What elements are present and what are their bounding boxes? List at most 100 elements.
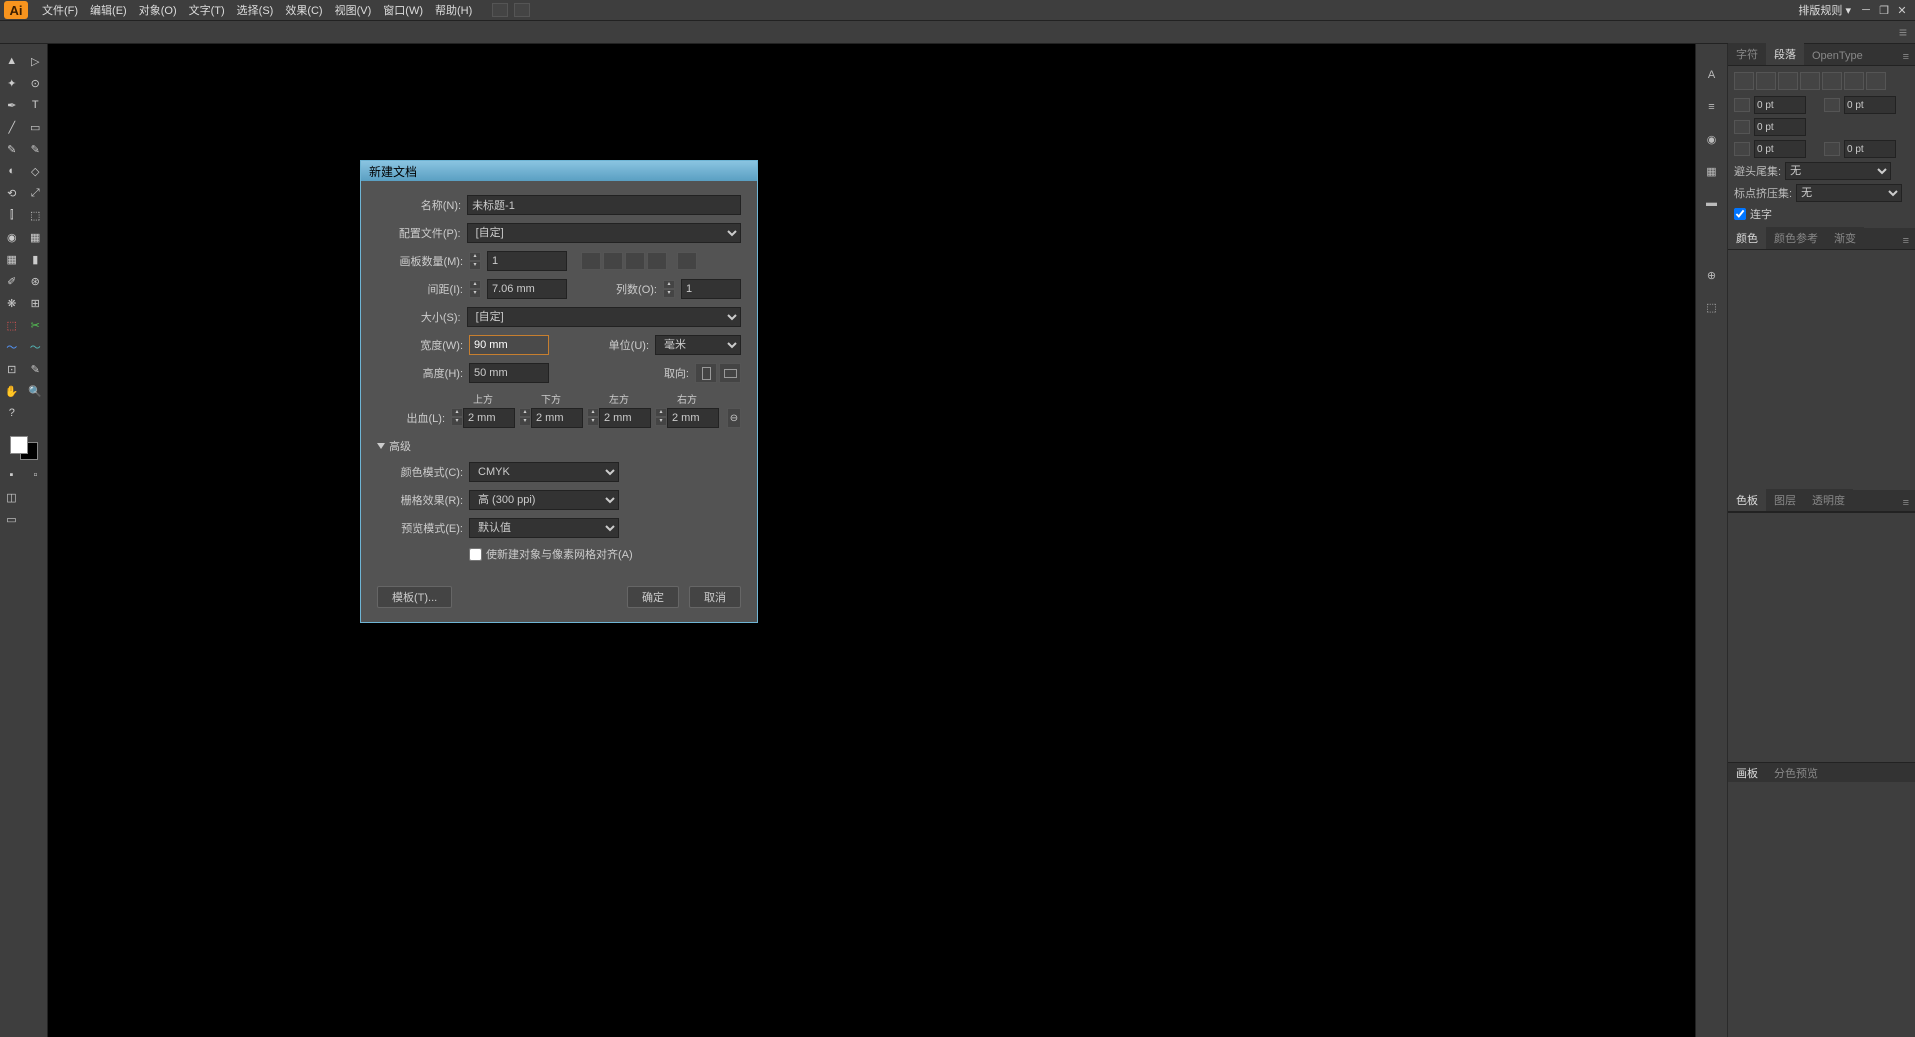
hand-tool-icon[interactable]: ✋: [0, 380, 24, 402]
tab-swatches[interactable]: 色板: [1728, 489, 1766, 511]
menu-select[interactable]: 选择(S): [231, 0, 280, 20]
preview-select[interactable]: 默认值: [469, 518, 619, 538]
tab-layers[interactable]: 图层: [1766, 489, 1804, 511]
tab-opentype[interactable]: OpenType: [1804, 47, 1871, 65]
minimize-icon[interactable]: ─: [1857, 3, 1875, 17]
profile-select[interactable]: [自定]: [467, 223, 741, 243]
eyedropper-tool-icon[interactable]: ✐: [0, 270, 24, 292]
perspective-tool-icon[interactable]: ▦: [24, 226, 48, 248]
appearance-panel-icon[interactable]: ◉: [1701, 128, 1723, 150]
maximize-icon[interactable]: ❐: [1875, 3, 1893, 17]
workspace-icon[interactable]: [514, 3, 530, 17]
menu-effect[interactable]: 效果(C): [279, 0, 328, 20]
arrange-icon[interactable]: [492, 3, 508, 17]
shape-builder-tool-icon[interactable]: ◉: [0, 226, 24, 248]
align-panel-icon[interactable]: ▬: [1701, 192, 1723, 214]
raster-select[interactable]: 高 (300 ppi): [469, 490, 619, 510]
selection-tool-icon[interactable]: ▲: [0, 50, 24, 72]
bleed-right-spinner[interactable]: ▴▾: [655, 408, 667, 428]
indent-left-input[interactable]: [1754, 96, 1806, 114]
space-after-input[interactable]: [1844, 140, 1896, 158]
bleed-left-spinner[interactable]: ▴▾: [587, 408, 599, 428]
templates-button[interactable]: 模板(T)...: [377, 586, 452, 608]
justify-center-icon[interactable]: [1822, 72, 1842, 90]
justify-right-icon[interactable]: [1844, 72, 1864, 90]
orient-portrait-button[interactable]: [695, 363, 717, 383]
columns-spinner[interactable]: ▴▾: [663, 280, 675, 298]
first-line-indent-input[interactable]: [1754, 118, 1806, 136]
rtl-icon[interactable]: [677, 252, 697, 270]
artboards-spinner[interactable]: ▴▾: [469, 252, 481, 270]
align-pixel-checkbox[interactable]: [469, 548, 482, 561]
mojikumi-select[interactable]: 无: [1796, 184, 1902, 202]
rectangle-tool-icon[interactable]: ▭: [24, 116, 48, 138]
kinsoku-select[interactable]: 无: [1785, 162, 1891, 180]
type-tool-icon[interactable]: T: [24, 94, 48, 116]
rotate-tool-icon[interactable]: ⟲: [0, 182, 24, 204]
mesh-tool-icon[interactable]: ▦: [0, 248, 24, 270]
arrange-col-icon[interactable]: [647, 252, 667, 270]
pen-tool-icon[interactable]: ✒: [0, 94, 24, 116]
workspace-switcher[interactable]: 排版规则 ▾: [1792, 0, 1857, 20]
columns-input[interactable]: [681, 279, 741, 299]
tab-transparency[interactable]: 透明度: [1804, 489, 1853, 511]
align-center-icon[interactable]: [1756, 72, 1776, 90]
glyphs-panel-icon[interactable]: A: [1701, 64, 1723, 86]
measure-tool-icon[interactable]: ✎: [24, 358, 48, 380]
indent-right-input[interactable]: [1844, 96, 1896, 114]
symbol-sprayer-tool-icon[interactable]: ❋: [0, 292, 24, 314]
color-mode-icon[interactable]: ▪: [0, 464, 24, 486]
tab-paragraph[interactable]: 段落: [1766, 43, 1804, 65]
tab-separations[interactable]: 分色预览: [1766, 763, 1826, 782]
artboard-tool-icon[interactable]: ⬚: [0, 314, 24, 336]
menu-window[interactable]: 窗口(W): [377, 0, 429, 20]
free-transform-tool-icon[interactable]: ⬚: [24, 204, 48, 226]
tab-color-guide[interactable]: 颜色参考: [1766, 227, 1826, 249]
bleed-left-input[interactable]: [599, 408, 651, 428]
arrange-row-icon[interactable]: [625, 252, 645, 270]
grid-by-col-icon[interactable]: [603, 252, 623, 270]
direct-selection-tool-icon[interactable]: ▷: [24, 50, 48, 72]
width-tool-icon[interactable]: ⫿: [0, 204, 24, 226]
pencil-tool-icon[interactable]: ✎: [24, 138, 48, 160]
orient-landscape-button[interactable]: [719, 363, 741, 383]
bleed-bottom-input[interactable]: [531, 408, 583, 428]
eraser-tool-icon[interactable]: ◇: [24, 160, 48, 182]
menu-object[interactable]: 对象(O): [133, 0, 183, 20]
grid-by-row-icon[interactable]: [581, 252, 601, 270]
tab-character[interactable]: 字符: [1728, 43, 1766, 65]
stroke-panel-icon[interactable]: ≡: [1701, 96, 1723, 118]
units-select[interactable]: 毫米: [655, 335, 741, 355]
scale-tool-icon[interactable]: ⤢: [24, 182, 48, 204]
gradient-mode-icon[interactable]: ▫: [24, 464, 48, 486]
curvature-tool-icon[interactable]: 〜: [0, 336, 24, 358]
justify-all-icon[interactable]: [1866, 72, 1886, 90]
spacing-input[interactable]: [487, 279, 567, 299]
menu-help[interactable]: 帮助(H): [429, 0, 478, 20]
artboards-input[interactable]: [487, 251, 567, 271]
hyphenate-checkbox[interactable]: [1734, 208, 1746, 220]
shaper-tool-icon[interactable]: 〜: [24, 336, 48, 358]
line-tool-icon[interactable]: ╱: [0, 116, 24, 138]
tab-color[interactable]: 颜色: [1728, 227, 1766, 249]
screen-mode-icon[interactable]: ▭: [0, 508, 24, 530]
gradient-tool-icon[interactable]: ▮: [24, 248, 48, 270]
bleed-link-icon[interactable]: ⊖: [727, 408, 741, 428]
graphic-styles-panel-icon[interactable]: ▦: [1701, 160, 1723, 182]
menu-file[interactable]: 文件(F): [36, 0, 84, 20]
fill-stroke-swatch[interactable]: [10, 436, 38, 460]
blob-brush-tool-icon[interactable]: ◐: [0, 160, 24, 182]
dialog-title[interactable]: 新建文档: [361, 161, 757, 181]
print-tiling-tool-icon[interactable]: ⊡: [0, 358, 24, 380]
paintbrush-tool-icon[interactable]: ✎: [0, 138, 24, 160]
spacing-spinner[interactable]: ▴▾: [469, 280, 481, 298]
links-panel-icon[interactable]: ⊕: [1701, 264, 1723, 286]
name-input[interactable]: [467, 195, 741, 215]
width-input[interactable]: [469, 335, 549, 355]
bleed-right-input[interactable]: [667, 408, 719, 428]
canvas[interactable]: [48, 44, 1695, 1037]
bleed-top-spinner[interactable]: ▴▾: [451, 408, 463, 428]
menu-type[interactable]: 文字(T): [183, 0, 231, 20]
menu-view[interactable]: 视图(V): [329, 0, 378, 20]
close-icon[interactable]: ✕: [1893, 3, 1911, 17]
